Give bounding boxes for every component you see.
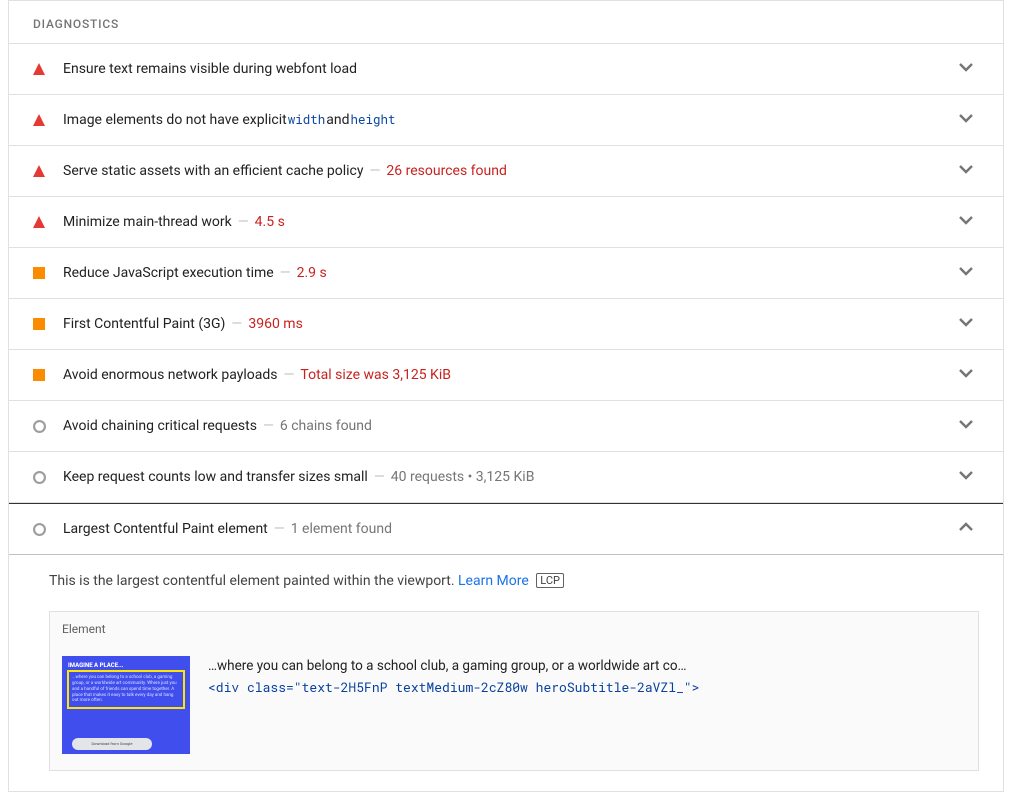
info-icon xyxy=(33,523,53,536)
lcp-snippet-text: …where you can belong to a school club, … xyxy=(208,656,966,677)
lcp-markup: <div class="text-2H5FnP textMedium-2cZ80… xyxy=(208,677,966,697)
audit-row[interactable]: Reduce JavaScript execution time — 2.9 s xyxy=(9,248,1003,299)
info-icon xyxy=(33,420,53,433)
audit-detail: 40 requests • 3,125 KiB xyxy=(391,469,535,485)
audit-row[interactable]: Minimize main-thread work — 4.5 s xyxy=(9,197,1003,248)
lcp-element-card: Element IMAGINE A PLACE... ...where you … xyxy=(49,611,979,771)
audit-row[interactable]: Keep request counts low and transfer siz… xyxy=(9,452,1003,503)
audit-title: Ensure text remains visible during webfo… xyxy=(63,61,957,77)
audit-row[interactable]: Avoid enormous network payloads — Total … xyxy=(9,350,1003,401)
fail-icon xyxy=(33,165,53,177)
lcp-badge: LCP xyxy=(536,573,564,588)
lcp-node-text: …where you can belong to a school club, … xyxy=(208,656,966,697)
code-token: height xyxy=(349,112,396,128)
audit-title: Avoid chaining critical requests — 6 cha… xyxy=(63,418,957,434)
avg-icon xyxy=(33,318,53,330)
audit-title: Largest Contentful Paint element — 1 ele… xyxy=(63,521,957,537)
section-header: DIAGNOSTICS xyxy=(9,1,1003,44)
audit-detail: 3960 ms xyxy=(248,316,302,332)
chevron-down-icon[interactable] xyxy=(957,109,975,131)
chevron-down-icon[interactable] xyxy=(957,58,975,80)
chevron-down-icon[interactable] xyxy=(957,160,975,182)
audit-detail: Total size was 3,125 KiB xyxy=(300,367,451,383)
info-icon xyxy=(33,471,53,484)
code-token: width xyxy=(287,112,327,128)
audit-title: First Contentful Paint (3G) — 3960 ms xyxy=(63,316,957,332)
fail-icon xyxy=(33,114,53,126)
audit-title: Reduce JavaScript execution time — 2.9 s xyxy=(63,265,957,281)
audit-row[interactable]: Ensure text remains visible during webfo… xyxy=(9,44,1003,95)
audit-title: Image elements do not have explicit widt… xyxy=(63,112,957,128)
audit-row[interactable]: Largest Contentful Paint element — 1 ele… xyxy=(9,503,1003,555)
lcp-description: This is the largest contentful element p… xyxy=(9,555,1003,611)
chevron-up-icon[interactable] xyxy=(957,518,975,540)
learn-more-link[interactable]: Learn More xyxy=(458,573,529,589)
chevron-down-icon[interactable] xyxy=(957,466,975,488)
audit-detail: 1 element found xyxy=(291,521,392,537)
fail-icon xyxy=(33,63,53,75)
lcp-description-text: This is the largest contentful element p… xyxy=(49,573,458,589)
avg-icon xyxy=(33,267,53,279)
chevron-down-icon[interactable] xyxy=(957,211,975,233)
audit-row[interactable]: First Contentful Paint (3G) — 3960 ms xyxy=(9,299,1003,350)
audit-title: Avoid enormous network payloads — Total … xyxy=(63,367,957,383)
audit-title: Keep request counts low and transfer siz… xyxy=(63,469,957,485)
diagnostics-panel: DIAGNOSTICS Ensure text remains visible … xyxy=(8,0,1004,792)
audit-detail: 2.9 s xyxy=(297,265,327,281)
audit-row[interactable]: Avoid chaining critical requests — 6 cha… xyxy=(9,401,1003,452)
chevron-down-icon[interactable] xyxy=(957,364,975,386)
audit-title: Serve static assets with an efficient ca… xyxy=(63,163,957,179)
element-card-header: Element xyxy=(50,612,978,646)
audit-title: Minimize main-thread work — 4.5 s xyxy=(63,214,957,230)
audit-row[interactable]: Image elements do not have explicit widt… xyxy=(9,95,1003,146)
audit-detail: 26 resources found xyxy=(386,163,506,179)
element-card-body: IMAGINE A PLACE... ...where you can belo… xyxy=(50,646,978,770)
audit-detail: 6 chains found xyxy=(280,418,372,434)
lcp-thumbnail: IMAGINE A PLACE... ...where you can belo… xyxy=(62,656,190,754)
chevron-down-icon[interactable] xyxy=(957,313,975,335)
fail-icon xyxy=(33,216,53,228)
chevron-down-icon[interactable] xyxy=(957,262,975,284)
audit-detail: 4.5 s xyxy=(255,214,285,230)
chevron-down-icon[interactable] xyxy=(957,415,975,437)
avg-icon xyxy=(33,369,53,381)
audit-row[interactable]: Serve static assets with an efficient ca… xyxy=(9,146,1003,197)
